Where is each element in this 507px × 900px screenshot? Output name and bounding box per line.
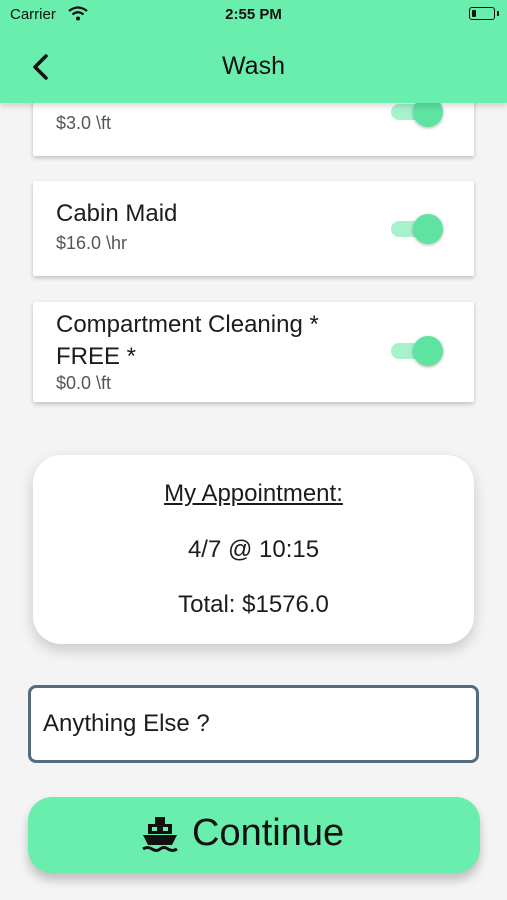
- service-name: Compartment Cleaning * FREE *: [56, 311, 319, 370]
- page-title: Wash: [222, 52, 285, 80]
- appointment-heading: My Appointment:: [164, 480, 343, 507]
- continue-label: Continue: [192, 812, 345, 854]
- battery-level: [472, 10, 476, 17]
- navigation-bar: Wash: [0, 30, 507, 103]
- toggle-knob: [413, 214, 443, 244]
- battery-icon: [469, 7, 499, 20]
- ship-icon: [141, 815, 179, 860]
- status-time: 2:55 PM: [225, 6, 282, 23]
- service-price: $0.0 \ft: [56, 373, 112, 393]
- service-toggle[interactable]: [391, 214, 443, 244]
- continue-button[interactable]: Continue: [28, 797, 480, 873]
- service-price: $3.0 \ft: [56, 113, 112, 133]
- appointment-total: Total: $1576.0: [178, 591, 329, 618]
- status-bar: Carrier 2:55 PM: [0, 0, 507, 30]
- appointment-card: My Appointment: 4/7 @ 10:15 Total: $1576…: [33, 455, 474, 644]
- service-name: Cabin Maid: [56, 200, 178, 227]
- service-card-compartment-cleaning: Compartment Cleaning * FREE * $0.0 \ft: [33, 302, 474, 402]
- service-card-cabin-maid: Cabin Maid $16.0 \hr: [33, 181, 474, 276]
- anything-else-input[interactable]: [28, 685, 479, 763]
- service-toggle[interactable]: [391, 336, 443, 366]
- toggle-knob: [413, 336, 443, 366]
- appointment-date-time: 4/7 @ 10:15: [187, 536, 320, 563]
- service-price: $16.0 \hr: [56, 233, 128, 253]
